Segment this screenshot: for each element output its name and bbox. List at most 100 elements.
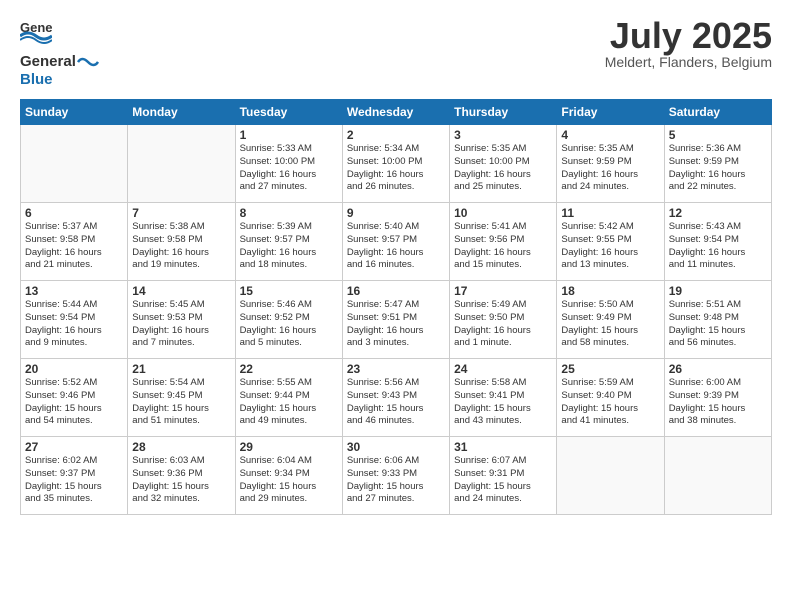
- logo: General General Blue: [20, 18, 100, 89]
- day-number: 4: [561, 128, 659, 142]
- day-number: 16: [347, 284, 445, 298]
- col-monday: Monday: [128, 100, 235, 125]
- table-row: 31Sunrise: 6:07 AM Sunset: 9:31 PM Dayli…: [450, 437, 557, 515]
- table-row: 15Sunrise: 5:46 AM Sunset: 9:52 PM Dayli…: [235, 281, 342, 359]
- day-number: 20: [25, 362, 123, 376]
- table-row: 13Sunrise: 5:44 AM Sunset: 9:54 PM Dayli…: [21, 281, 128, 359]
- day-info: Sunrise: 5:55 AM Sunset: 9:44 PM Dayligh…: [240, 377, 338, 428]
- day-number: 18: [561, 284, 659, 298]
- table-row: 12Sunrise: 5:43 AM Sunset: 9:54 PM Dayli…: [664, 203, 771, 281]
- day-info: Sunrise: 5:36 AM Sunset: 9:59 PM Dayligh…: [669, 143, 767, 194]
- table-row: 25Sunrise: 5:59 AM Sunset: 9:40 PM Dayli…: [557, 359, 664, 437]
- day-number: 7: [132, 206, 230, 220]
- table-row: 27Sunrise: 6:02 AM Sunset: 9:37 PM Dayli…: [21, 437, 128, 515]
- logo-icon: General: [20, 18, 52, 51]
- table-row: 19Sunrise: 5:51 AM Sunset: 9:48 PM Dayli…: [664, 281, 771, 359]
- day-number: 3: [454, 128, 552, 142]
- calendar: Sunday Monday Tuesday Wednesday Thursday…: [20, 99, 772, 515]
- day-info: Sunrise: 5:37 AM Sunset: 9:58 PM Dayligh…: [25, 221, 123, 272]
- day-info: Sunrise: 6:03 AM Sunset: 9:36 PM Dayligh…: [132, 455, 230, 506]
- col-wednesday: Wednesday: [342, 100, 449, 125]
- day-info: Sunrise: 5:38 AM Sunset: 9:58 PM Dayligh…: [132, 221, 230, 272]
- table-row: 4Sunrise: 5:35 AM Sunset: 9:59 PM Daylig…: [557, 125, 664, 203]
- day-info: Sunrise: 5:34 AM Sunset: 10:00 PM Daylig…: [347, 143, 445, 194]
- col-friday: Friday: [557, 100, 664, 125]
- table-row: 24Sunrise: 5:58 AM Sunset: 9:41 PM Dayli…: [450, 359, 557, 437]
- day-number: 30: [347, 440, 445, 454]
- day-number: 19: [669, 284, 767, 298]
- table-row: 30Sunrise: 6:06 AM Sunset: 9:33 PM Dayli…: [342, 437, 449, 515]
- calendar-week-row: 20Sunrise: 5:52 AM Sunset: 9:46 PM Dayli…: [21, 359, 772, 437]
- page: General General Blue July 2025 Meldert, …: [0, 0, 792, 612]
- header: General General Blue July 2025 Meldert, …: [20, 18, 772, 89]
- table-row: 29Sunrise: 6:04 AM Sunset: 9:34 PM Dayli…: [235, 437, 342, 515]
- day-info: Sunrise: 5:50 AM Sunset: 9:49 PM Dayligh…: [561, 299, 659, 350]
- table-row: 16Sunrise: 5:47 AM Sunset: 9:51 PM Dayli…: [342, 281, 449, 359]
- day-info: Sunrise: 5:33 AM Sunset: 10:00 PM Daylig…: [240, 143, 338, 194]
- day-number: 25: [561, 362, 659, 376]
- day-info: Sunrise: 5:58 AM Sunset: 9:41 PM Dayligh…: [454, 377, 552, 428]
- day-number: 15: [240, 284, 338, 298]
- col-sunday: Sunday: [21, 100, 128, 125]
- day-number: 2: [347, 128, 445, 142]
- day-number: 27: [25, 440, 123, 454]
- calendar-week-row: 6Sunrise: 5:37 AM Sunset: 9:58 PM Daylig…: [21, 203, 772, 281]
- col-saturday: Saturday: [664, 100, 771, 125]
- day-number: 31: [454, 440, 552, 454]
- logo-text: General Blue: [20, 53, 100, 89]
- day-info: Sunrise: 5:39 AM Sunset: 9:57 PM Dayligh…: [240, 221, 338, 272]
- day-info: Sunrise: 6:07 AM Sunset: 9:31 PM Dayligh…: [454, 455, 552, 506]
- day-info: Sunrise: 5:43 AM Sunset: 9:54 PM Dayligh…: [669, 221, 767, 272]
- table-row: 20Sunrise: 5:52 AM Sunset: 9:46 PM Dayli…: [21, 359, 128, 437]
- table-row: 11Sunrise: 5:42 AM Sunset: 9:55 PM Dayli…: [557, 203, 664, 281]
- day-number: 10: [454, 206, 552, 220]
- day-number: 9: [347, 206, 445, 220]
- day-info: Sunrise: 5:54 AM Sunset: 9:45 PM Dayligh…: [132, 377, 230, 428]
- day-info: Sunrise: 5:51 AM Sunset: 9:48 PM Dayligh…: [669, 299, 767, 350]
- day-number: 23: [347, 362, 445, 376]
- table-row: 22Sunrise: 5:55 AM Sunset: 9:44 PM Dayli…: [235, 359, 342, 437]
- calendar-header-row: Sunday Monday Tuesday Wednesday Thursday…: [21, 100, 772, 125]
- day-number: 26: [669, 362, 767, 376]
- col-thursday: Thursday: [450, 100, 557, 125]
- table-row: 17Sunrise: 5:49 AM Sunset: 9:50 PM Dayli…: [450, 281, 557, 359]
- day-info: Sunrise: 5:35 AM Sunset: 10:00 PM Daylig…: [454, 143, 552, 194]
- table-row: 2Sunrise: 5:34 AM Sunset: 10:00 PM Dayli…: [342, 125, 449, 203]
- table-row: 6Sunrise: 5:37 AM Sunset: 9:58 PM Daylig…: [21, 203, 128, 281]
- table-row: 21Sunrise: 5:54 AM Sunset: 9:45 PM Dayli…: [128, 359, 235, 437]
- day-number: 8: [240, 206, 338, 220]
- day-info: Sunrise: 5:52 AM Sunset: 9:46 PM Dayligh…: [25, 377, 123, 428]
- day-number: 17: [454, 284, 552, 298]
- day-number: 5: [669, 128, 767, 142]
- day-number: 29: [240, 440, 338, 454]
- table-row: 5Sunrise: 5:36 AM Sunset: 9:59 PM Daylig…: [664, 125, 771, 203]
- table-row: 26Sunrise: 6:00 AM Sunset: 9:39 PM Dayli…: [664, 359, 771, 437]
- table-row: 18Sunrise: 5:50 AM Sunset: 9:49 PM Dayli…: [557, 281, 664, 359]
- day-info: Sunrise: 5:41 AM Sunset: 9:56 PM Dayligh…: [454, 221, 552, 272]
- day-info: Sunrise: 5:49 AM Sunset: 9:50 PM Dayligh…: [454, 299, 552, 350]
- day-number: 1: [240, 128, 338, 142]
- day-number: 14: [132, 284, 230, 298]
- day-info: Sunrise: 6:04 AM Sunset: 9:34 PM Dayligh…: [240, 455, 338, 506]
- location: Meldert, Flanders, Belgium: [605, 54, 772, 70]
- day-info: Sunrise: 5:40 AM Sunset: 9:57 PM Dayligh…: [347, 221, 445, 272]
- table-row: 23Sunrise: 5:56 AM Sunset: 9:43 PM Dayli…: [342, 359, 449, 437]
- table-row: 7Sunrise: 5:38 AM Sunset: 9:58 PM Daylig…: [128, 203, 235, 281]
- day-info: Sunrise: 6:06 AM Sunset: 9:33 PM Dayligh…: [347, 455, 445, 506]
- day-number: 24: [454, 362, 552, 376]
- day-number: 22: [240, 362, 338, 376]
- day-info: Sunrise: 5:42 AM Sunset: 9:55 PM Dayligh…: [561, 221, 659, 272]
- table-row: 8Sunrise: 5:39 AM Sunset: 9:57 PM Daylig…: [235, 203, 342, 281]
- day-info: Sunrise: 5:44 AM Sunset: 9:54 PM Dayligh…: [25, 299, 123, 350]
- day-info: Sunrise: 5:56 AM Sunset: 9:43 PM Dayligh…: [347, 377, 445, 428]
- table-row: 10Sunrise: 5:41 AM Sunset: 9:56 PM Dayli…: [450, 203, 557, 281]
- table-row: [664, 437, 771, 515]
- day-info: Sunrise: 5:46 AM Sunset: 9:52 PM Dayligh…: [240, 299, 338, 350]
- day-info: Sunrise: 5:45 AM Sunset: 9:53 PM Dayligh…: [132, 299, 230, 350]
- table-row: [557, 437, 664, 515]
- calendar-week-row: 1Sunrise: 5:33 AM Sunset: 10:00 PM Dayli…: [21, 125, 772, 203]
- table-row: 1Sunrise: 5:33 AM Sunset: 10:00 PM Dayli…: [235, 125, 342, 203]
- day-number: 21: [132, 362, 230, 376]
- day-info: Sunrise: 5:59 AM Sunset: 9:40 PM Dayligh…: [561, 377, 659, 428]
- table-row: 28Sunrise: 6:03 AM Sunset: 9:36 PM Dayli…: [128, 437, 235, 515]
